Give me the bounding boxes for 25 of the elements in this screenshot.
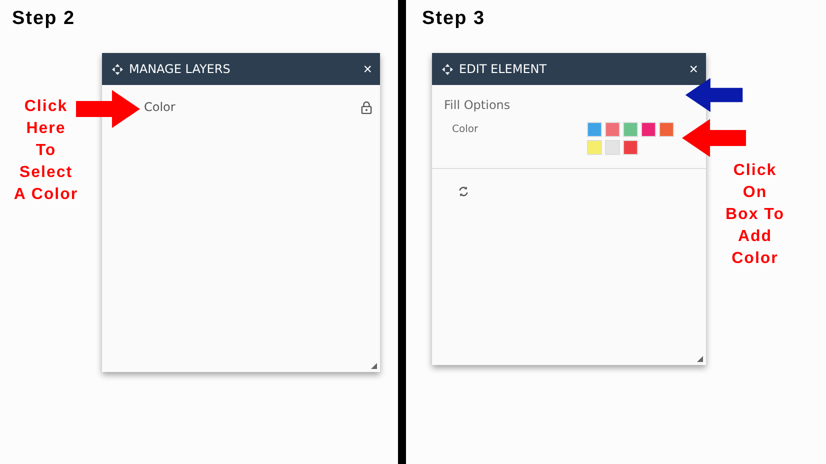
panel-title: EDIT ELEMENT bbox=[459, 62, 548, 76]
color-swatch[interactable] bbox=[605, 122, 620, 137]
close-button[interactable]: × bbox=[689, 60, 698, 78]
step-heading: Step 2 bbox=[12, 8, 76, 30]
move-icon bbox=[112, 64, 123, 74]
field-label: Color bbox=[452, 123, 480, 137]
resize-grip-icon[interactable] bbox=[697, 356, 703, 362]
instruction-text: Click On Box To Add Color bbox=[724, 161, 786, 269]
panel-title: MANAGE LAYERS bbox=[129, 62, 232, 76]
color-swatch[interactable] bbox=[641, 122, 656, 137]
close-button[interactable]: × bbox=[363, 60, 372, 78]
section-title: Fill Options bbox=[443, 97, 512, 112]
refresh-icon[interactable] bbox=[458, 186, 469, 197]
color-swatch[interactable] bbox=[605, 140, 620, 155]
color-swatch[interactable] bbox=[587, 122, 602, 137]
instruction-text: Click Here To Select A Color bbox=[12, 97, 80, 205]
lock-icon[interactable] bbox=[361, 100, 372, 114]
color-swatch[interactable] bbox=[623, 140, 638, 155]
color-swatch[interactable] bbox=[587, 140, 602, 155]
step-heading: Step 3 bbox=[422, 8, 486, 30]
resize-grip-icon[interactable] bbox=[371, 363, 377, 369]
layer-name[interactable]: Color bbox=[144, 100, 361, 114]
color-swatch[interactable] bbox=[659, 122, 674, 137]
move-icon bbox=[442, 64, 453, 74]
color-swatch[interactable] bbox=[623, 122, 638, 137]
